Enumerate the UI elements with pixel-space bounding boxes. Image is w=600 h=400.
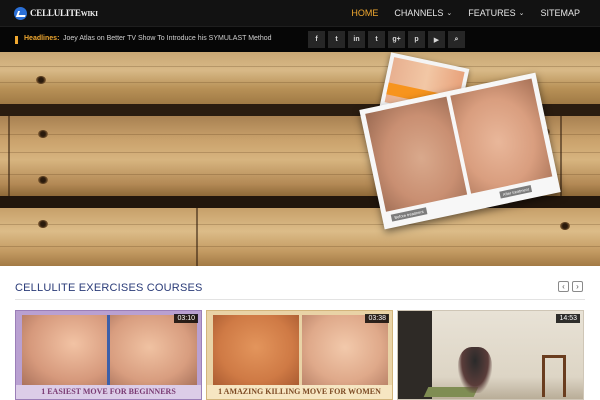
video-thumb-title: 1 AMAZING KILLING MOVE FOR WOMEN — [207, 385, 392, 399]
chevron-down-icon: ⌄ — [446, 10, 453, 17]
logo-suffix: WIKI — [80, 10, 98, 18]
pinterest-icon[interactable]: p — [408, 31, 425, 48]
wood-grain — [0, 66, 600, 67]
plank-joint — [8, 116, 10, 196]
tumblr-icon[interactable]: t — [368, 31, 385, 48]
plank-joint — [560, 116, 562, 196]
chevron-right-icon[interactable]: › — [572, 281, 583, 292]
site-logo[interactable]: CELLULITEWIKI — [14, 6, 98, 20]
video-thumbnail — [22, 315, 108, 387]
social-links: f t in t g+ p ▶ ⌕ — [308, 31, 465, 48]
before-image — [365, 96, 468, 212]
video-thumbnail — [213, 315, 299, 387]
wood-grain — [0, 246, 600, 247]
facebook-icon[interactable]: f — [308, 31, 325, 48]
wood-knot — [38, 176, 48, 184]
wood-knot — [38, 220, 48, 228]
chevron-left-icon[interactable]: ‹ — [558, 281, 569, 292]
thumbnail-person — [458, 347, 492, 393]
main-menu: HOME CHANNELS ⌄ FEATURES ⌄ SITEMAP — [343, 0, 588, 26]
logo-mark-icon — [14, 6, 27, 20]
video-thumbnail — [110, 315, 197, 387]
menu-item-channels[interactable]: CHANNELS ⌄ — [386, 0, 460, 26]
ticker-bar-icon — [15, 36, 18, 44]
hero-banner[interactable]: Before treatment After treatment — [0, 52, 600, 266]
wood-plank — [0, 208, 600, 266]
video-card[interactable]: 03:10 1 EASIEST MOVE FOR BEGINNERS — [15, 310, 202, 400]
section-divider — [15, 299, 585, 300]
carousel-arrows: ‹ › — [558, 281, 583, 292]
ticker-headline-link[interactable]: Joey Atlas on Better TV Show To Introduc… — [63, 35, 272, 42]
video-duration: 14:53 — [556, 314, 580, 323]
menu-label-home: HOME — [351, 8, 379, 18]
linkedin-icon[interactable]: in — [348, 31, 365, 48]
menu-item-home[interactable]: HOME — [343, 0, 386, 26]
video-duration: 03:38 — [365, 314, 389, 323]
plank-joint — [196, 208, 198, 266]
menu-label-features: FEATURES — [468, 8, 516, 18]
youtube-icon[interactable]: ▶ — [428, 31, 445, 48]
search-icon[interactable]: ⌕ — [448, 31, 465, 48]
google-plus-icon[interactable]: g+ — [388, 31, 405, 48]
section-title[interactable]: CELLULITE EXERCISES COURSES — [15, 282, 203, 294]
video-thumbnail — [302, 315, 388, 387]
menu-label-channels: CHANNELS — [394, 8, 444, 18]
menu-item-sitemap[interactable]: SITEMAP — [532, 0, 588, 26]
logo-brand: CELLULITE — [30, 8, 81, 18]
menu-label-sitemap: SITEMAP — [540, 8, 580, 18]
headlines-ticker: Headlines: Joey Atlas on Better TV Show … — [0, 26, 600, 52]
thumbnail-chair — [542, 355, 566, 397]
twitter-icon[interactable]: t — [328, 31, 345, 48]
video-card[interactable]: 14:53 — [397, 310, 584, 400]
after-caption: After treatment — [499, 184, 533, 199]
logo-text: CELLULITEWIKI — [30, 8, 98, 18]
video-duration: 03:10 — [174, 314, 198, 323]
chevron-down-icon: ⌄ — [518, 10, 525, 17]
after-image — [450, 78, 553, 194]
ticker-label: Headlines: — [24, 35, 60, 42]
menu-item-features[interactable]: FEATURES ⌄ — [460, 0, 532, 26]
thumbnail-door — [398, 311, 432, 399]
wood-grain — [0, 224, 600, 225]
wood-knot — [560, 222, 570, 230]
wood-knot — [36, 76, 46, 84]
wood-knot — [38, 130, 48, 138]
video-card[interactable]: 03:38 1 AMAZING KILLING MOVE FOR WOMEN — [206, 310, 393, 400]
video-thumb-title: 1 EASIEST MOVE FOR BEGINNERS — [16, 385, 201, 399]
top-navbar: CELLULITEWIKI HOME CHANNELS ⌄ FEATURES ⌄ S… — [0, 0, 600, 26]
